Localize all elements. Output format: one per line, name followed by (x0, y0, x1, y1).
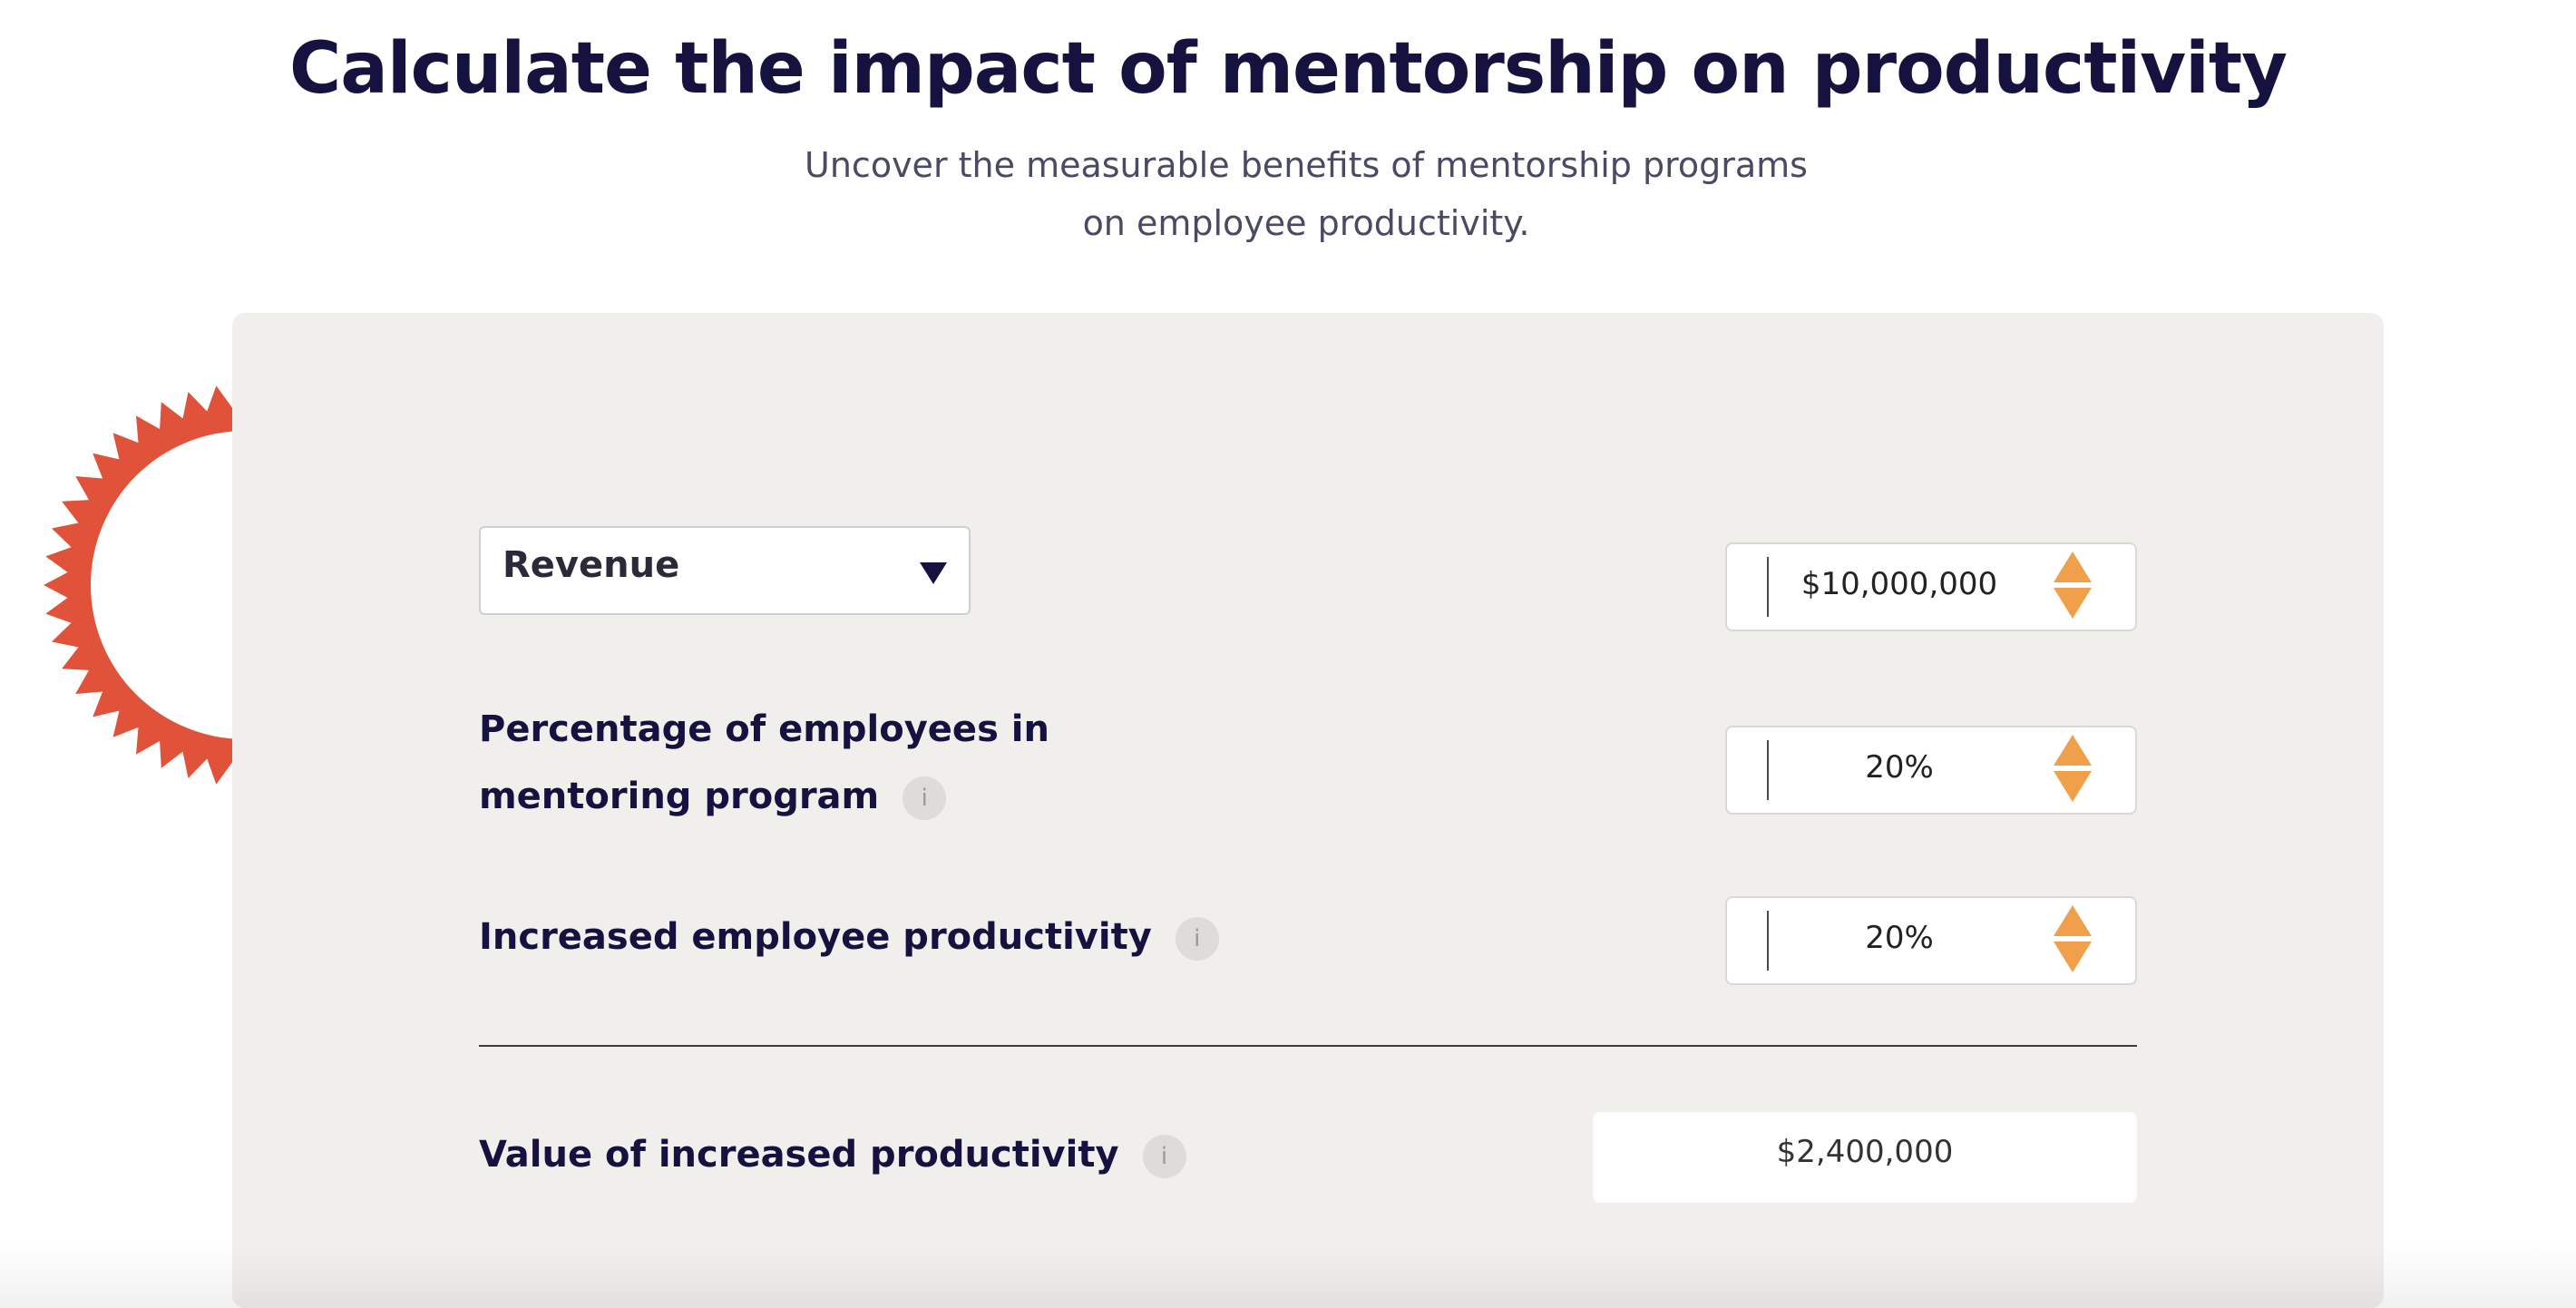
result-label: Value of increased productivity i (479, 1121, 1186, 1188)
info-icon[interactable]: i (1175, 917, 1219, 961)
text-cursor (1767, 557, 1769, 617)
divider (479, 1045, 2137, 1047)
productivity-increase-input[interactable]: 20% (1725, 896, 2137, 985)
decrement-arrow-icon[interactable] (2054, 942, 2092, 972)
mentoring-percentage-input[interactable]: 20% (1725, 726, 2137, 815)
decrement-arrow-icon[interactable] (2054, 588, 2092, 619)
starburst-decoration (18, 372, 245, 798)
revenue-input[interactable]: $10,000,000 (1725, 542, 2137, 631)
revenue-stepper[interactable] (2054, 550, 2093, 622)
metric-select-value: Revenue (503, 544, 680, 586)
caret-down-icon (920, 562, 947, 584)
result-value: $2,400,000 (1776, 1134, 1954, 1170)
increment-arrow-icon[interactable] (2054, 905, 2092, 936)
decrement-arrow-icon[interactable] (2054, 771, 2092, 802)
metric-select[interactable]: Revenue (479, 526, 971, 615)
page-title: Calculate the impact of mentorship on pr… (288, 28, 2288, 110)
revenue-input-value: $10,000,000 (1800, 566, 1998, 602)
page-subtitle: Uncover the measurable benefits of mento… (805, 145, 1808, 243)
productivity-increase-label: Increased employee productivity i (479, 903, 1219, 971)
text-cursor (1767, 740, 1769, 800)
productivity-increase-stepper[interactable] (2054, 903, 2093, 976)
mentoring-percentage-stepper[interactable] (2054, 733, 2093, 805)
mentoring-percentage-label: Percentage of employees in mentoring pro… (479, 696, 1168, 830)
mentoring-percentage-value: 20% (1865, 749, 1934, 786)
result-output: $2,400,000 (1593, 1112, 2137, 1203)
info-icon[interactable]: i (903, 776, 947, 820)
increment-arrow-icon[interactable] (2054, 735, 2092, 766)
info-icon[interactable]: i (1142, 1135, 1186, 1178)
increment-arrow-icon[interactable] (2054, 552, 2092, 582)
text-cursor (1767, 911, 1769, 971)
productivity-increase-value: 20% (1865, 920, 1934, 956)
